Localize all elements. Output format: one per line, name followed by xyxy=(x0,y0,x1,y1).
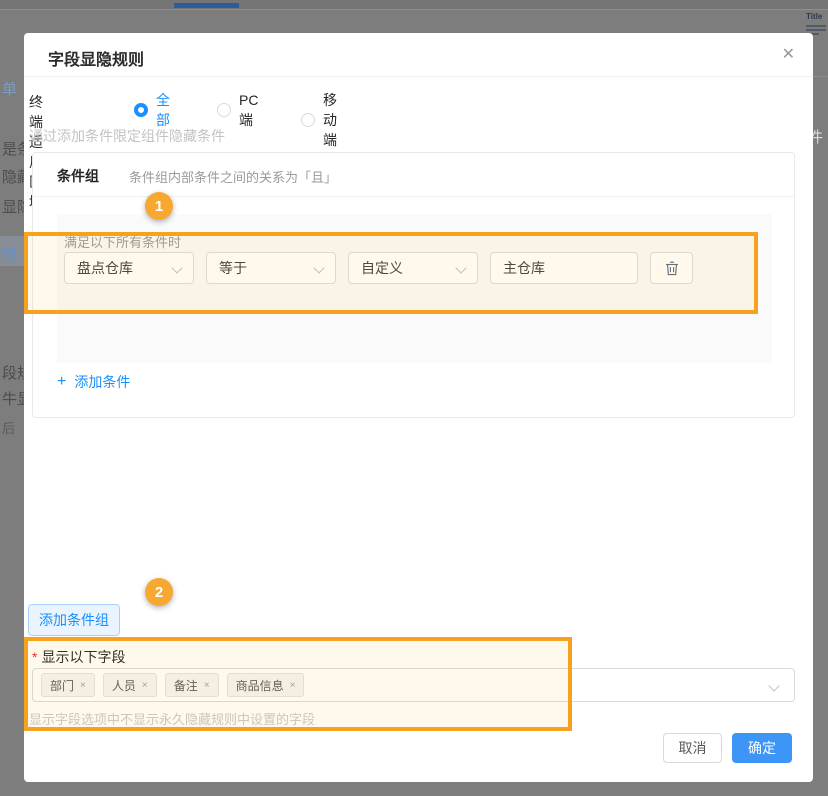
condition-group-title: 条件组 xyxy=(57,166,99,186)
show-fields-label: *显示以下字段 xyxy=(32,647,125,667)
radio-option-label: PC端 xyxy=(239,90,258,130)
add-condition-group-button[interactable]: 添加条件组 xyxy=(28,604,120,636)
remove-tag-icon[interactable]: × xyxy=(80,680,86,691)
condition-value-input[interactable] xyxy=(490,252,638,284)
conditions-panel: 满足以下所有条件时 盘点仓库 等于 自定义 xyxy=(57,214,772,363)
chevron-down-icon xyxy=(455,262,466,273)
radio-option-label: 全部 xyxy=(156,90,170,130)
plus-icon: + xyxy=(57,374,66,390)
chevron-down-icon xyxy=(171,262,182,273)
background-text-fragment: 单 xyxy=(0,78,24,99)
chevron-down-icon xyxy=(313,262,324,273)
radio-selected-icon xyxy=(134,103,148,117)
condition-field-value: 盘点仓库 xyxy=(77,258,133,278)
field-tag: 商品信息 × xyxy=(227,673,305,697)
field-tag-label: 部门 xyxy=(50,677,74,694)
radio-option-label: 移动端 xyxy=(323,90,337,150)
background-divider xyxy=(812,76,828,77)
condition-operator-value: 等于 xyxy=(219,258,247,278)
condition-group-subtitle: 条件组内部条件之间的关系为「且」 xyxy=(129,167,337,186)
radio-unselected-icon xyxy=(217,103,231,117)
background-title-widget: Title xyxy=(806,12,822,21)
background-topbar xyxy=(0,0,828,10)
required-asterisk: * xyxy=(32,649,37,665)
field-tag-label: 人员 xyxy=(112,677,136,694)
radio-option-all[interactable]: 全部 xyxy=(134,90,170,130)
background-text-fragment: 显隐 xyxy=(0,196,24,217)
background-text-fragment: 是条 xyxy=(0,138,24,159)
condition-group-card: 条件组 条件组内部条件之间的关系为「且」 满足以下所有条件时 盘点仓库 等于 自… xyxy=(32,152,795,418)
show-fields-label-text: 显示以下字段 xyxy=(41,649,125,665)
confirm-button[interactable]: 确定 xyxy=(732,733,792,763)
condition-field-select[interactable]: 盘点仓库 xyxy=(64,252,194,284)
remove-tag-icon[interactable]: × xyxy=(142,680,148,691)
background-text-fragment: 后 xyxy=(0,418,24,437)
field-tag-label: 商品信息 xyxy=(236,677,284,694)
add-condition-link[interactable]: + 添加条件 xyxy=(57,372,130,392)
radio-unselected-icon xyxy=(301,113,315,127)
background-title-lines xyxy=(806,25,826,27)
step-badge-2: 2 xyxy=(145,578,173,606)
background-text-fragment: 隐藏 xyxy=(0,166,24,187)
condition-group-header: 条件组 条件组内部条件之间的关系为「且」 xyxy=(33,153,794,197)
dialog-title: 字段显隐规则 xyxy=(48,46,144,70)
background-text-fragment: 段规 xyxy=(0,362,24,383)
field-tag: 人员 × xyxy=(103,673,157,697)
chevron-down-icon xyxy=(768,680,779,691)
close-icon[interactable]: ✕ xyxy=(782,45,795,65)
field-visibility-rule-dialog: 字段显隐规则 ✕ 终端适用区域: 全部 PC端 移动端 通过添加条件限定组件隐藏… xyxy=(24,33,813,782)
background-title-lines xyxy=(806,29,826,31)
background-text-fragment: 牛显 xyxy=(0,388,24,409)
conditions-panel-label: 满足以下所有条件时 xyxy=(64,232,181,251)
trash-icon xyxy=(665,261,679,276)
condition-valuetype-value: 自定义 xyxy=(361,258,403,278)
background-link-fragment: 档 xyxy=(0,243,24,264)
cancel-button[interactable]: 取消 xyxy=(663,733,722,763)
show-fields-multiselect[interactable]: 部门 × 人员 × 备注 × 商品信息 × xyxy=(32,668,795,702)
radio-option-mobile[interactable]: 移动端 xyxy=(301,90,337,150)
hide-condition-hint: 通过添加条件限定组件隐藏条件 xyxy=(29,126,225,146)
remove-tag-icon[interactable]: × xyxy=(290,680,296,691)
condition-row: 盘点仓库 等于 自定义 xyxy=(64,252,693,284)
add-condition-label: 添加条件 xyxy=(74,372,130,392)
step-badge-1: 1 xyxy=(145,192,173,220)
field-tag: 备注 × xyxy=(165,673,219,697)
field-tag-label: 备注 xyxy=(174,677,198,694)
radio-option-pc[interactable]: PC端 xyxy=(217,90,258,130)
field-tag: 部门 × xyxy=(41,673,95,697)
show-fields-helper-text: 显示字段选项中不显示永久隐藏规则中设置的字段 xyxy=(29,709,315,728)
condition-operator-select[interactable]: 等于 xyxy=(206,252,336,284)
dialog-header: 字段显隐规则 ✕ xyxy=(24,33,813,77)
condition-valuetype-select[interactable]: 自定义 xyxy=(348,252,478,284)
remove-tag-icon[interactable]: × xyxy=(204,680,210,691)
delete-condition-button[interactable] xyxy=(650,252,693,284)
background-tab-indicator xyxy=(174,3,239,8)
